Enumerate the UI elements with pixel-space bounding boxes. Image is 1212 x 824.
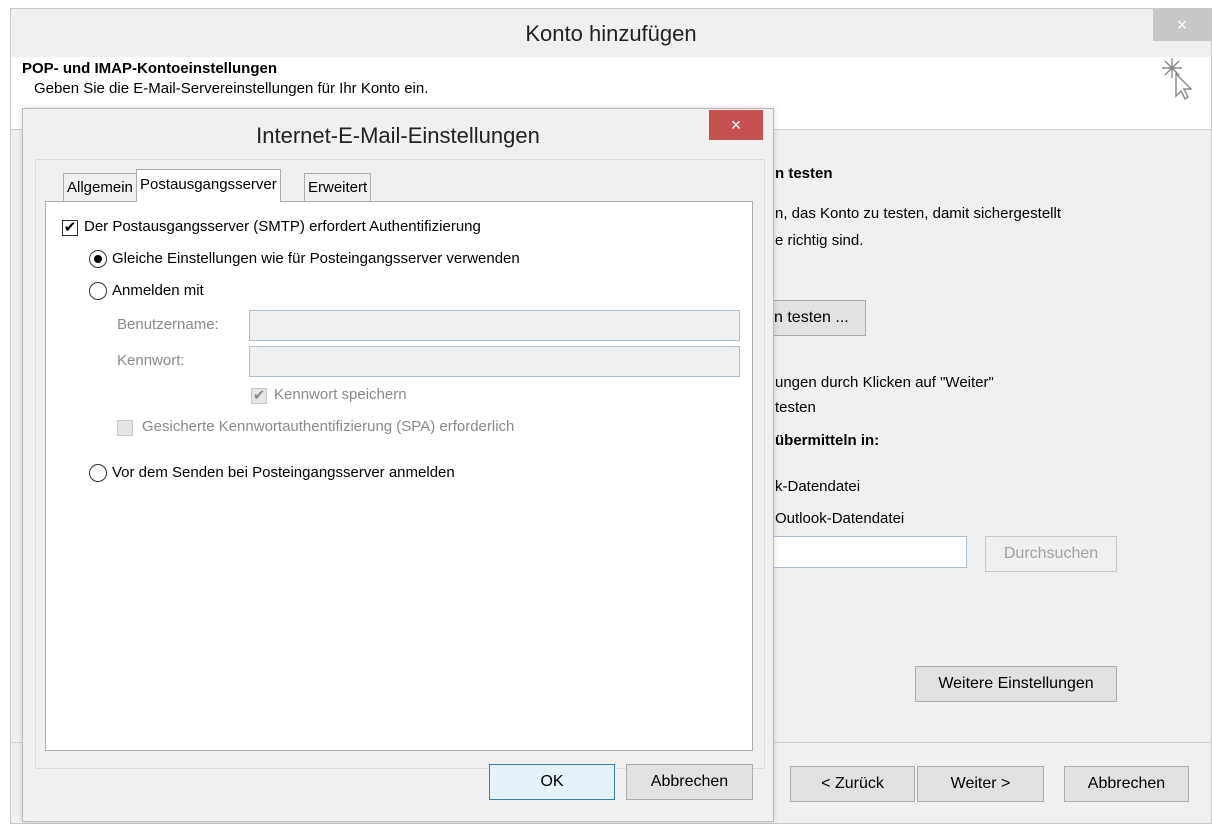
save-password-checkbox[interactable]: ✔ <box>251 388 267 404</box>
auto-test-label-2: testen <box>775 399 816 416</box>
password-input[interactable] <box>249 346 740 377</box>
username-label: Benutzername: <box>117 316 219 333</box>
username-input[interactable] <box>249 310 740 341</box>
login-before-send-label: Vor dem Senden bei Posteingangsserver an… <box>112 464 455 481</box>
dialog-title: Internet-E-Mail-Einstellungen <box>256 123 540 148</box>
test-settings-heading: n testen <box>775 165 833 182</box>
window-close-button[interactable]: × <box>1153 9 1211 41</box>
tab-postausgangsserver[interactable]: Postausgangsserver <box>136 169 281 202</box>
test-settings-desc-1: n, das Konto zu testen, damit sichergest… <box>775 205 1061 222</box>
test-settings-desc-2: e richtig sind. <box>775 232 864 249</box>
page-title: POP- und IMAP-Kontoeinstellungen <box>22 60 277 77</box>
tab-allgemein[interactable]: Allgemein <box>63 173 137 201</box>
auto-test-label-1: ungen durch Klicken auf "Weiter" <box>775 374 994 391</box>
spa-checkbox[interactable] <box>117 420 133 436</box>
new-data-file-option[interactable]: k-Datendatei <box>775 478 860 495</box>
dialog-close-button[interactable]: × <box>709 110 763 140</box>
tab-erweitert[interactable]: Erweitert <box>304 173 372 201</box>
window-title: Konto hinzufügen <box>525 21 697 46</box>
wizard-cursor-icon <box>1162 58 1193 100</box>
deliver-heading: übermitteln in: <box>775 432 880 449</box>
back-button[interactable]: < Zurück <box>790 766 915 802</box>
login-before-send-radio[interactable] <box>89 464 107 482</box>
dialog-cancel-button[interactable]: Abbrechen <box>626 764 753 800</box>
login-with-label: Anmelden mit <box>112 282 204 299</box>
same-settings-label: Gleiche Einstellungen wie für Posteingan… <box>112 250 520 267</box>
browse-button[interactable]: Durchsuchen <box>985 536 1117 572</box>
outgoing-server-panel: ✔ Der Postausgangsserver (SMTP) erforder… <box>45 201 753 751</box>
smtp-auth-checkbox[interactable]: ✔ <box>62 220 78 236</box>
page-subtitle: Geben Sie die E-Mail-Servereinstellungen… <box>34 80 429 97</box>
same-settings-radio[interactable] <box>89 250 107 268</box>
existing-data-file-option[interactable]: Outlook-Datendatei <box>775 510 904 527</box>
radio-selected-dot <box>94 255 102 263</box>
more-settings-button[interactable]: Weitere Einstellungen <box>915 666 1117 702</box>
internet-email-settings-dialog: Internet-E-Mail-Einstellungen × Allgemei… <box>22 108 774 822</box>
smtp-auth-label: Der Postausgangsserver (SMTP) erfordert … <box>84 218 481 235</box>
password-label: Kennwort: <box>117 352 185 369</box>
ok-button[interactable]: OK <box>489 764 615 800</box>
data-file-path-input[interactable] <box>765 536 967 568</box>
cancel-button[interactable]: Abbrechen <box>1064 766 1189 802</box>
next-button[interactable]: Weiter > <box>917 766 1044 802</box>
save-password-label: Kennwort speichern <box>274 386 407 403</box>
spa-label: Gesicherte Kennwortauthentifizierung (SP… <box>142 418 515 435</box>
test-account-button[interactable]: n testen ... <box>765 300 866 336</box>
login-with-radio[interactable] <box>89 282 107 300</box>
